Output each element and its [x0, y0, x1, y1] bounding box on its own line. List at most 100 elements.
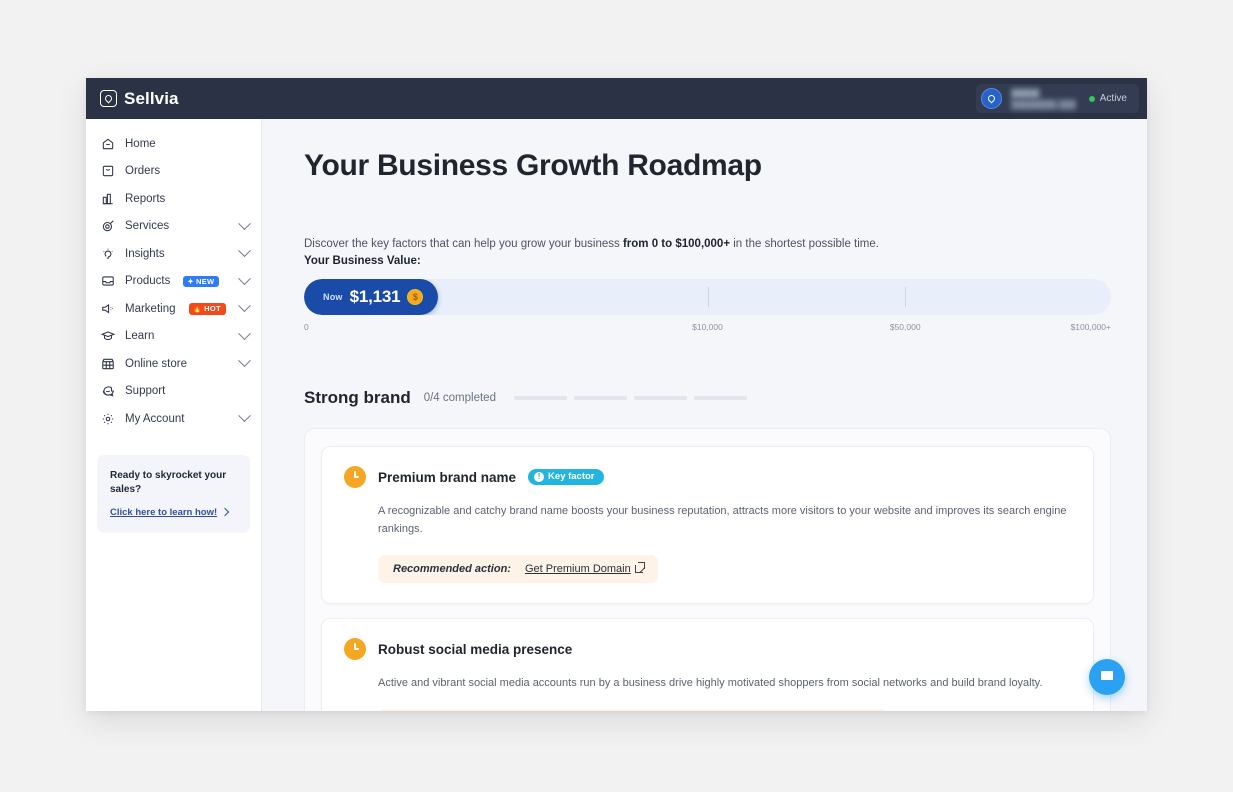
- sidebar-item-label: Insights: [125, 247, 165, 260]
- chevron-down-icon[interactable]: [238, 244, 251, 258]
- user-account-chip[interactable]: █████ ████████ ███ Active: [976, 84, 1139, 113]
- current-value-amount: $1,131: [349, 287, 401, 306]
- chevron-down-icon[interactable]: [238, 327, 251, 340]
- avatar: [981, 88, 1003, 109]
- sidebar-item-learn[interactable]: Learn: [86, 323, 261, 351]
- lightbulb-icon: [100, 246, 115, 261]
- now-label: Now: [323, 292, 343, 302]
- task-card: Premium brand name ! Key factor A recogn…: [321, 446, 1094, 604]
- chat-smile-icon: [100, 384, 115, 399]
- brand-name: Sellvia: [124, 88, 179, 108]
- clock-pending-icon: [344, 466, 366, 488]
- status-label: Active: [1099, 93, 1127, 104]
- clock-pending-icon: [344, 638, 366, 660]
- target-icon: [100, 219, 115, 234]
- sparkle-icon: ✦: [187, 276, 194, 286]
- orders-box-icon: [100, 164, 115, 179]
- task-header: Premium brand name ! Key factor: [344, 466, 1071, 488]
- sidebar-item-label: My Account: [125, 412, 185, 425]
- chevron-down-icon[interactable]: [238, 409, 251, 423]
- main-content: Your Business Growth Roadmap Discover th…: [262, 119, 1147, 711]
- scale-label-100k: $100,000+: [1070, 322, 1111, 332]
- sellvia-pin-logo-icon: [100, 90, 117, 107]
- task-card: Robust social media presence Active and …: [321, 618, 1094, 711]
- current-value-pill[interactable]: Now $1,131 $: [304, 279, 439, 315]
- sidebar-item-reports[interactable]: Reports: [86, 185, 261, 213]
- task-title: Robust social media presence: [378, 641, 573, 657]
- badge-hot: 🔥 HOT: [188, 303, 226, 315]
- key-factor-badge: ! Key factor: [528, 469, 604, 485]
- page-title: Your Business Growth Roadmap: [304, 149, 762, 182]
- sidebar-item-support[interactable]: Support: [86, 378, 261, 406]
- action-link-get-premium-domain[interactable]: Get Premium Domain: [524, 562, 645, 575]
- chevron-down-icon[interactable]: [238, 299, 251, 313]
- badge-text: HOT: [204, 304, 221, 313]
- brand-logo[interactable]: Sellvia: [100, 89, 179, 109]
- sidebar-item-label: Online store: [125, 357, 188, 370]
- progress-dash: [633, 396, 687, 400]
- lead-before: Discover the key factors that can help y…: [304, 238, 623, 250]
- gear-icon: [100, 411, 115, 426]
- action-link-text: Get Premium Domain: [524, 563, 631, 575]
- task-description: Active and vibrant social media accounts…: [378, 677, 1043, 689]
- user-name: █████: [1011, 88, 1040, 98]
- sidebar-item-products[interactable]: Products ✦ NEW: [86, 268, 261, 296]
- sidebar: Home Orders Reports Services Insights Pr…: [86, 119, 262, 711]
- lead-bold: from 0 to $100,000+: [622, 238, 731, 250]
- home-icon: [100, 136, 115, 151]
- megaphone-icon: [100, 301, 115, 316]
- badge-text: NEW: [195, 276, 215, 286]
- chat-widget-button[interactable]: [1089, 659, 1125, 695]
- section-progress-dashes: [513, 396, 747, 400]
- recommended-action-bar: Recommended action: Order a Social Media…: [378, 709, 889, 711]
- key-factor-label: Key factor: [548, 471, 595, 483]
- status-badge: Active: [1088, 93, 1127, 104]
- chevron-down-icon[interactable]: [238, 272, 251, 285]
- scale-label-10k: $10,000: [692, 322, 723, 332]
- info-icon: !: [534, 472, 545, 482]
- scale-label-50k: $50,000: [889, 322, 921, 332]
- flame-icon: 🔥: [192, 304, 203, 313]
- badge-new: ✦ NEW: [183, 275, 220, 287]
- sidebar-item-label: Learn: [125, 330, 155, 343]
- sidebar-item-label: Services: [125, 220, 170, 233]
- chevron-down-icon[interactable]: [238, 354, 251, 368]
- gold-coin-icon: $: [407, 289, 424, 305]
- sidebar-item-my-account[interactable]: My Account: [86, 405, 261, 433]
- sidebar-item-label: Home: [125, 137, 156, 150]
- recommended-action-bar: Recommended action: Get Premium Domain: [378, 555, 658, 583]
- chevron-down-icon[interactable]: [238, 217, 251, 230]
- progress-dash: [573, 396, 627, 400]
- sidebar-item-services[interactable]: Services: [86, 213, 261, 241]
- promo-link-row[interactable]: Click here to learn how!: [110, 507, 237, 518]
- promo-title: Ready to skyrocket your sales?: [110, 469, 227, 495]
- sidebar-item-orders[interactable]: Orders: [86, 158, 261, 186]
- inbox-icon: [100, 274, 115, 289]
- sidebar-item-online-store[interactable]: Online store: [86, 350, 261, 378]
- task-cards-container: Premium brand name ! Key factor A recogn…: [304, 428, 1111, 711]
- sidebar-item-label: Reports: [125, 192, 166, 205]
- top-bar: Sellvia █████ ████████ ███ Active: [86, 78, 1147, 119]
- promo-card[interactable]: Ready to skyrocket your sales? Click her…: [97, 454, 250, 533]
- task-description: A recognizable and catchy brand name boo…: [378, 505, 1067, 535]
- sidebar-item-home[interactable]: Home: [86, 130, 261, 158]
- progress-dash: [693, 396, 747, 400]
- value-track: Now $1,131 $: [304, 279, 1111, 315]
- lead-paragraph: Discover the key factors that can help y…: [304, 235, 1111, 254]
- tick-line-50k: [905, 287, 907, 307]
- sidebar-item-marketing[interactable]: Marketing 🔥 HOT: [86, 295, 261, 323]
- external-link-icon: [634, 562, 645, 573]
- body-split: Home Orders Reports Services Insights Pr…: [86, 119, 1147, 711]
- recommended-action-label: Recommended action:: [393, 563, 511, 575]
- lead-after: in the shortest possible time.: [730, 238, 879, 250]
- sidebar-item-label: Orders: [125, 165, 161, 178]
- business-value-label: Your Business Value:: [304, 255, 421, 267]
- section-header-strong-brand: Strong brand 0/4 completed: [304, 388, 1111, 408]
- sidebar-item-insights[interactable]: Insights: [86, 240, 261, 268]
- reports-bar-icon: [100, 191, 115, 206]
- storefront-icon: [100, 356, 115, 371]
- promo-link[interactable]: Click here to learn how!: [110, 507, 217, 518]
- task-header: Robust social media presence: [344, 638, 1071, 660]
- tick-line-10k: [707, 287, 709, 307]
- sidebar-item-label: Marketing: [125, 302, 176, 315]
